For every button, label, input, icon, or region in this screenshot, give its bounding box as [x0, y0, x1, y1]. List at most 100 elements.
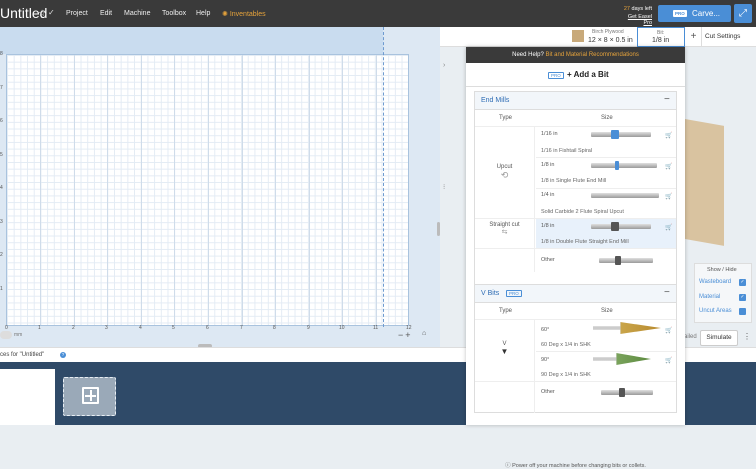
end-mills-title: End Mills — [481, 97, 510, 104]
material-checkbox[interactable]: ✓ — [739, 294, 746, 301]
y-tick: 8 — [0, 51, 3, 57]
spiral-icon: ⟲ — [500, 170, 509, 180]
x-tick: 6 — [206, 325, 209, 331]
add-bit-label: + Add a Bit — [567, 70, 609, 79]
end-mills-header[interactable]: End Mills − — [475, 92, 676, 110]
bit-image — [601, 390, 653, 395]
bit-description: 1/8 in Double Flute Straight End Mill — [541, 239, 629, 245]
check-icon[interactable]: ✓ — [48, 8, 55, 17]
unit-toggle[interactable] — [0, 331, 12, 339]
cart-icon[interactable]: 🛒 — [665, 163, 672, 170]
grid-line — [376, 55, 377, 325]
get-pro-link[interactable]: Get Easel Pro — [618, 14, 652, 26]
material-board-preview — [680, 118, 724, 246]
v-bits-header[interactable]: V Bits PRO − — [475, 285, 676, 303]
cart-icon[interactable]: 🛒 — [665, 132, 672, 139]
uncut-areas-label: Uncut Areas — [699, 308, 732, 314]
bit-size: 1/4 in — [541, 192, 555, 198]
uncut-areas-checkbox[interactable] — [739, 308, 746, 315]
zoom-controls[interactable]: −+ — [398, 330, 413, 340]
workpiece-thumbnail[interactable] — [0, 369, 55, 425]
grid-line — [208, 55, 209, 325]
bit-selection-panel: Need Help? Bit and Material Recommendati… — [466, 47, 685, 469]
v-bit-image — [593, 322, 661, 334]
x-tick: 8 — [273, 325, 276, 331]
vertical-scrollbar[interactable] — [437, 222, 440, 236]
cart-icon[interactable]: 🛒 — [665, 193, 672, 200]
menu-project[interactable]: Project — [66, 10, 88, 17]
collapse-icon[interactable]: − — [664, 94, 670, 105]
menu-help[interactable]: Help — [196, 10, 210, 17]
menu-machine[interactable]: Machine — [124, 10, 150, 17]
material-dimensions[interactable]: 12 × 8 × 0.5 in — [588, 37, 633, 44]
more-options-icon[interactable]: ⋮ — [743, 332, 751, 341]
column-header-row: Type Size — [475, 304, 676, 319]
x-tick: 2 — [72, 325, 75, 331]
bit-description: 60 Deg x 1/4 in SHK — [541, 342, 591, 348]
carve-button[interactable]: PRO Carve... — [658, 5, 731, 22]
column-header-row: Type Size — [475, 111, 676, 126]
x-tick: 4 — [139, 325, 142, 331]
bit-image — [591, 132, 651, 137]
recommendations-link[interactable]: Bit and Material Recommendations — [545, 52, 638, 58]
show-hide-title: Show / Hide — [707, 267, 737, 273]
y-tick: 1 — [0, 286, 3, 292]
star-icon[interactable]: ☆ — [38, 8, 46, 19]
menu-edit[interactable]: Edit — [100, 10, 112, 17]
pro-badge: PRO — [673, 10, 687, 17]
plus-icon — [82, 387, 99, 404]
add-workpiece-button[interactable] — [63, 377, 116, 416]
bit-collar — [615, 161, 619, 170]
cart-icon[interactable]: 🛒 — [665, 327, 672, 334]
material-edge-guide — [383, 27, 384, 327]
bit-selector[interactable]: Bit: 1/8 in — [637, 27, 685, 47]
wasteboard-checkbox[interactable]: ✓ — [739, 279, 746, 286]
canvas-header-strip — [0, 27, 383, 54]
x-tick: 3 — [105, 325, 108, 331]
drag-handle-icon[interactable]: ⁝ — [443, 183, 445, 191]
size-header: Size — [601, 308, 613, 314]
collapse-icon[interactable]: − — [664, 287, 670, 298]
chevron-right-icon[interactable]: › — [443, 62, 445, 69]
simulate-button[interactable]: Simulate — [700, 330, 738, 346]
divider — [475, 248, 676, 249]
bit-label: Bit: — [657, 30, 665, 36]
cart-icon[interactable]: 🛒 — [665, 224, 672, 231]
pieces-label[interactable]: ces for "Untitled" — [0, 352, 44, 358]
wasteboard-label: Wasteboard — [699, 279, 732, 285]
bit-image — [591, 193, 659, 198]
material-grid[interactable] — [6, 54, 409, 326]
bit-description: 1/16 in Fishtail Spiral — [541, 148, 593, 154]
help-icon[interactable]: ? — [60, 352, 66, 358]
home-icon[interactable]: ⌂ — [422, 330, 426, 337]
add-bit-button[interactable]: PRO + Add a Bit — [466, 63, 685, 87]
y-tick: 4 — [0, 185, 3, 191]
grid-line — [275, 55, 276, 325]
straight-cut-cell: Straight cut ⇆ — [475, 218, 535, 248]
cut-settings-button[interactable]: Cut Settings — [705, 33, 740, 40]
x-tick: 7 — [240, 325, 243, 331]
bit-size: Other — [541, 389, 555, 395]
fullscreen-icon[interactable]: ⤢ — [734, 4, 752, 23]
divider — [475, 381, 676, 382]
cart-icon[interactable]: 🛒 — [665, 357, 672, 364]
type-header: Type — [499, 308, 513, 314]
trial-info: 27 days left Get Easel Pro — [618, 6, 652, 26]
add-bit-plus-button[interactable]: + — [686, 27, 702, 47]
footer-note: ⓘ Power off your machine before changing… — [466, 461, 685, 469]
y-tick: 3 — [0, 219, 3, 225]
material-name[interactable]: Birch Plywood — [592, 29, 624, 35]
v-bit-icon: ▼ — [500, 347, 509, 356]
bit-collar — [611, 130, 619, 139]
menu-toolbox[interactable]: Toolbox — [162, 10, 186, 17]
grid-line — [309, 55, 310, 325]
bit-size: 1/8 in — [541, 162, 555, 168]
material-swatch[interactable] — [572, 30, 584, 42]
trial-text: days left — [631, 6, 652, 12]
grid-line — [242, 55, 243, 325]
inventables-menu[interactable]: ✺ Inventables — [222, 10, 266, 18]
bit-size: 1/16 in — [541, 131, 558, 137]
grid-line — [342, 55, 343, 325]
inventables-label: Inventables — [229, 11, 266, 18]
y-tick: 5 — [0, 152, 3, 158]
